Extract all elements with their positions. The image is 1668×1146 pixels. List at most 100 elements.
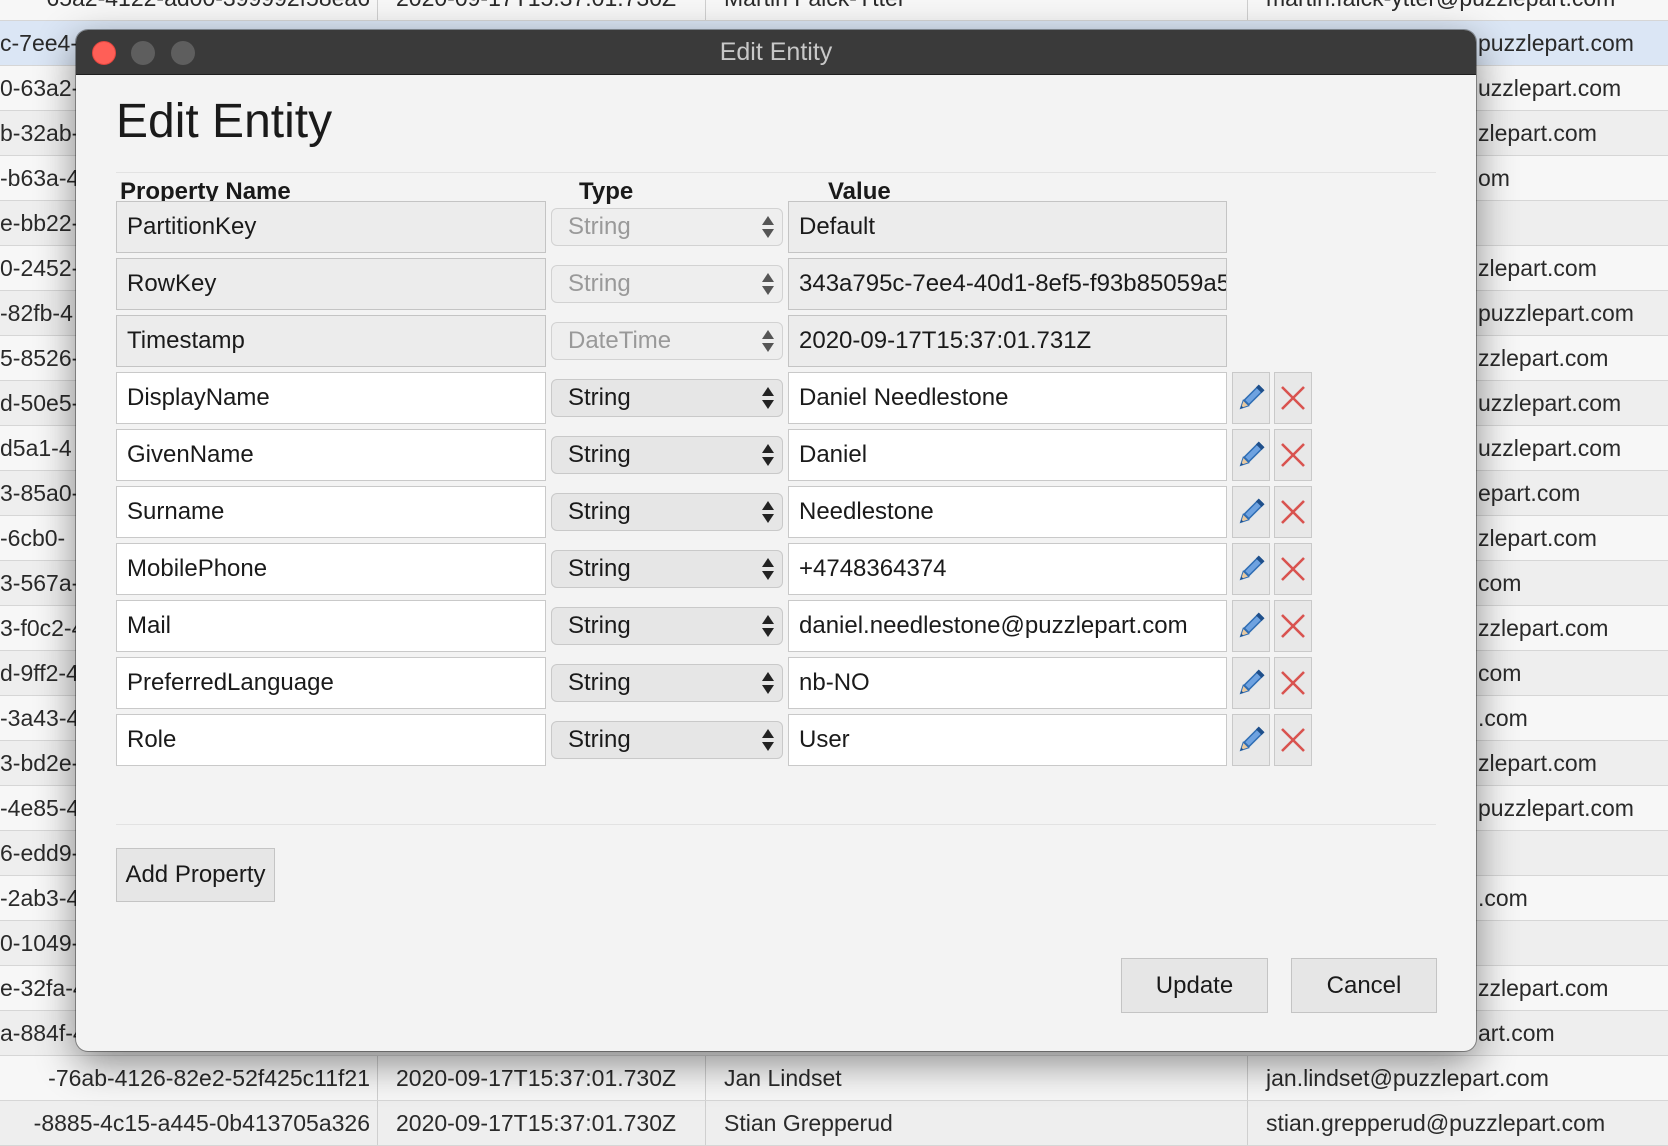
property-type-select: DateTime [551, 322, 783, 360]
property-value-field: Default [788, 201, 1227, 253]
cancel-button[interactable]: Cancel [1291, 958, 1437, 1013]
property-name-field[interactable]: Role [116, 714, 546, 766]
row-id-cell: d-9ff2-4 [0, 660, 79, 686]
property-type-select[interactable]: String [551, 607, 783, 645]
row-id-text: -76ab-4126-82e2-52f425c11f21 [48, 1065, 370, 1091]
property-name-field[interactable]: GivenName [116, 429, 546, 481]
row-timestamp-cell: 2020-09-17T15:37:01.730Z [377, 1056, 705, 1100]
update-button[interactable]: Update [1121, 958, 1268, 1013]
property-name-field[interactable]: Mail [116, 600, 546, 652]
property-type-select[interactable]: String [551, 436, 783, 474]
dialog-heading: Edit Entity [116, 95, 333, 148]
select-updown-icon [762, 385, 774, 411]
property-value-field[interactable]: Daniel Needlestone [788, 372, 1227, 424]
property-name-field[interactable]: Surname [116, 486, 546, 538]
delete-property-button[interactable] [1274, 543, 1312, 595]
row-id-cell: -b63a-4 [0, 165, 80, 191]
row-id-text: -8885-4c15-a445-0b413705a326 [33, 1110, 370, 1136]
property-type-value: String [568, 270, 631, 297]
edit-property-button[interactable] [1232, 543, 1270, 595]
property-type-value: String [568, 213, 631, 240]
add-property-button[interactable]: Add Property [116, 848, 275, 902]
window-minimize-button[interactable] [131, 41, 155, 65]
row-email-cell: epart.com [1478, 480, 1581, 506]
row-email-cell: art.com [1478, 1020, 1555, 1046]
delete-property-button[interactable] [1274, 657, 1312, 709]
row-id-cell: d5a1-4 [0, 435, 72, 461]
select-updown-icon [762, 328, 774, 354]
property-value-field[interactable]: Needlestone [788, 486, 1227, 538]
row-id-cell: b-32ab- [0, 120, 80, 146]
table-row[interactable]: 65a2-4122-ad00-399992f58ea6 2020-09-17T15… [0, 0, 1668, 21]
row-email-cell: uzzlepart.com [1478, 435, 1622, 461]
window-close-button[interactable] [92, 41, 116, 65]
property-type-select[interactable]: String [551, 379, 783, 417]
row-name-cell: Martin Falck-Ytter [705, 0, 1248, 20]
row-name-cell: Jan Lindset [705, 1056, 1248, 1100]
delete-property-button[interactable] [1274, 600, 1312, 652]
window-title: Edit Entity [719, 38, 833, 66]
property-value-field: 2020-09-17T15:37:01.731Z [788, 315, 1227, 367]
row-id-cell: e-bb22- [0, 210, 80, 236]
property-value-field[interactable]: Daniel [788, 429, 1227, 481]
edit-property-button[interactable] [1232, 372, 1270, 424]
property-name-field: PartitionKey [116, 201, 546, 253]
row-id-cell: -3a43-4 [0, 705, 80, 731]
row-email-cell: zzlepart.com [1478, 345, 1609, 371]
row-id-cell: 3-bd2e- [0, 750, 80, 776]
select-updown-icon [762, 214, 774, 240]
property-value-field[interactable]: +4748364374 [788, 543, 1227, 595]
delete-property-button[interactable] [1274, 714, 1312, 766]
property-name-field[interactable]: DisplayName [116, 372, 546, 424]
property-value-field[interactable]: nb-NO [788, 657, 1227, 709]
table-row[interactable]: -8885-4c15-a445-0b413705a326 2020-09-17T1… [0, 1101, 1668, 1146]
delete-property-button[interactable] [1274, 486, 1312, 538]
row-id-cell: 3-567a- [0, 570, 80, 596]
row-id-cell: -4e85-4 [0, 795, 80, 821]
edit-property-button[interactable] [1232, 600, 1270, 652]
property-type-select[interactable]: String [551, 493, 783, 531]
property-value-field[interactable]: User [788, 714, 1227, 766]
property-type-select[interactable]: String [551, 550, 783, 588]
row-email-cell: zlepart.com [1478, 525, 1597, 551]
property-type-value: String [568, 441, 631, 468]
row-email-cell: om [1478, 165, 1510, 191]
row-email-cell: .com [1478, 885, 1528, 911]
row-email-cell: stian.grepperud@puzzlepart.com [1247, 1101, 1668, 1145]
row-email-cell: zlepart.com [1478, 255, 1597, 281]
table-row[interactable]: -76ab-4126-82e2-52f425c11f21 2020-09-17T1… [0, 1056, 1668, 1101]
edit-entity-dialog: Edit Entity Edit Entity Property Name Ty… [76, 30, 1476, 1051]
row-email-cell: puzzlepart.com [1478, 300, 1634, 326]
property-type-value: String [568, 726, 631, 753]
edit-property-button[interactable] [1232, 429, 1270, 481]
property-type-select[interactable]: String [551, 721, 783, 759]
property-name-field[interactable]: PreferredLanguage [116, 657, 546, 709]
row-id-cell: d-50e5- [0, 390, 80, 416]
property-type-select[interactable]: String [551, 664, 783, 702]
row-id-cell: 0-63a2- [0, 75, 80, 101]
property-type-value: String [568, 555, 631, 582]
row-email-cell: puzzlepart.com [1478, 795, 1634, 821]
property-type-value: String [568, 498, 631, 525]
property-name-field[interactable]: MobilePhone [116, 543, 546, 595]
delete-property-button[interactable] [1274, 429, 1312, 481]
window-zoom-button[interactable] [171, 41, 195, 65]
property-name-field: RowKey [116, 258, 546, 310]
edit-property-button[interactable] [1232, 714, 1270, 766]
row-id-cell: 6-edd9- [0, 840, 80, 866]
row-id-cell: 0-2452- [0, 255, 80, 281]
row-email-cell: com [1478, 570, 1522, 596]
row-email-cell: uzzlepart.com [1478, 75, 1622, 101]
property-type-select: String [551, 265, 783, 303]
row-id-cell: 0-1049- [0, 930, 80, 956]
edit-property-button[interactable] [1232, 486, 1270, 538]
property-name-field: Timestamp [116, 315, 546, 367]
row-email-cell: martin.falck-ytter@puzzlepart.com [1247, 0, 1668, 20]
delete-property-button[interactable] [1274, 372, 1312, 424]
property-value-field[interactable]: daniel.needlestone@puzzlepart.com [788, 600, 1227, 652]
row-id-cell: 65a2-4122-ad00-399992f58ea6 [0, 0, 376, 20]
property-type-value: String [568, 384, 631, 411]
property-type-value: DateTime [568, 327, 672, 354]
row-email-cell: zlepart.com [1478, 120, 1597, 146]
edit-property-button[interactable] [1232, 657, 1270, 709]
